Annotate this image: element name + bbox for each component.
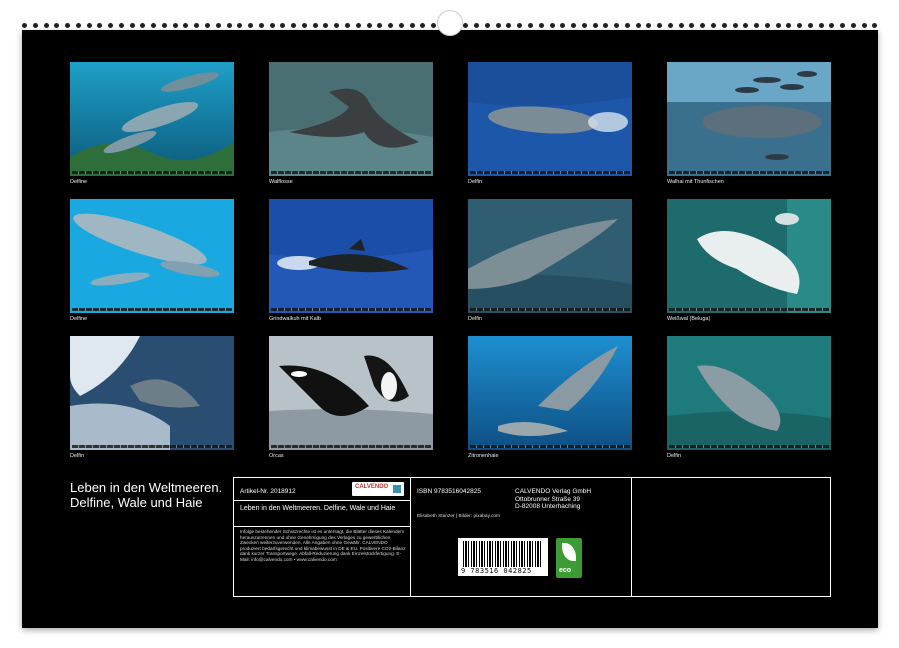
photo-pilot-whale [269,199,433,313]
photo-whale-shark [667,62,831,176]
photo-caption: Delfin [70,453,84,459]
photo-beluga [667,199,831,313]
publisher-info-box: Artikel-Nr. 2018912 CALVENDO Leben in de… [233,477,831,597]
photo-lemon-sharks [468,336,632,450]
info-column-publisher: ISBN 9783516042825 CALVENDO Verlag GmbH … [411,478,632,596]
photo-orcas [269,336,433,450]
calendar-title: Leben in den Weltmeeren. Delfine, Wale u… [70,480,230,510]
info-column-article: Artikel-Nr. 2018912 CALVENDO Leben in de… [234,478,411,596]
photo-caption: Zitronenhaie [468,453,499,459]
legal-notice: Infolge bestehender Schutzrechte ist es … [240,529,408,563]
info-column-barcode [632,478,830,596]
calvendo-logo: CALVENDO [352,482,404,496]
photo-dolphins-blue [70,199,234,313]
photo-caption: Delfine [70,179,87,185]
isbn: ISBN 9783516042825 [417,488,481,495]
photo-whale-fluke [269,62,433,176]
photo-caption: Walhai mit Thunfischen [667,179,724,185]
calendar-subtitle: Leben in den Weltmeeren. Delfine, Wale u… [240,505,405,513]
logo-text: CALVENDO [355,484,388,490]
photo-dolphin-wake [70,336,234,450]
photo-caption: Weißwal (Beluga) [667,316,710,322]
photo-caption: Grindwalkuh mit Kalb [269,316,321,322]
photo-caption: Delfin [667,453,681,459]
eco-leaf-icon: eco [556,538,582,578]
publisher-address: CALVENDO Verlag GmbH Ottobrunner Straße … [515,488,591,511]
photo-dolphin-head [667,336,831,450]
photo-caption: Orcas [269,453,284,459]
barcode-digits: 9 783516 042825 [461,567,532,575]
photo-caption: Delfin [468,179,482,185]
photo-caption: Delfine [70,316,87,322]
photo-dolphin-surface [468,62,632,176]
photo-dolphin-closeup [468,199,632,313]
calendar-hanger [437,10,463,36]
article-number: Artikel-Nr. 2018912 [240,488,296,495]
photo-caption: Walflosse [269,179,293,185]
photo-dolphins-reef [70,62,234,176]
image-credits: Elisabeth Stanzer | Bilder: pixabay.com [417,514,500,519]
eco-label: eco [559,567,571,574]
barcode: 9 783516 042825 [458,538,548,576]
photo-caption: Delfin [468,316,482,322]
